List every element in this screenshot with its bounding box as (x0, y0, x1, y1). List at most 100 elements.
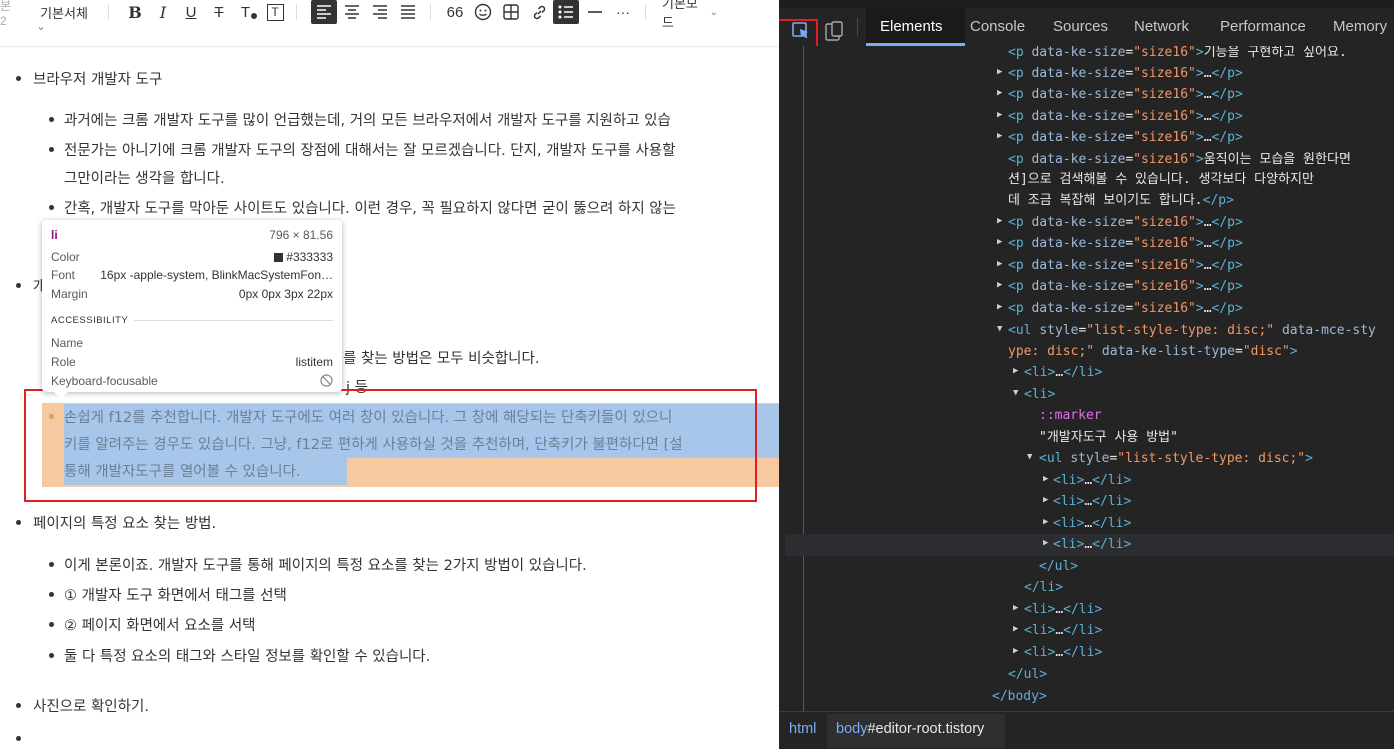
dom-node-p[interactable]: <p data-ke-size="size16">…</p> (1008, 233, 1243, 254)
list-item: 브라우저 개발자 도구 (33, 72, 163, 88)
expand-triangle-icon[interactable]: ▶ (997, 131, 1002, 141)
dom-node-p[interactable]: <p data-ke-size="size16">…</p> (1008, 84, 1243, 105)
italic-button[interactable]: I (152, 0, 174, 24)
expand-triangle-icon[interactable]: ▶ (997, 67, 1002, 77)
dom-node-p[interactable]: <p data-ke-size="size16">…</p> (1008, 106, 1243, 127)
tooltip-font-value: 16px -apple-system, BlinkMacSystemFon… (100, 268, 333, 282)
editor-mode-dropdown[interactable]: 기본모드 ⌄ (662, 0, 718, 30)
expand-triangle-icon[interactable]: ▶ (997, 280, 1002, 290)
emoji-button[interactable] (471, 0, 495, 24)
dom-node-text: 데 조금 복잡해 보이기도 합니다.</p> (1008, 193, 1234, 208)
collapse-triangle-icon[interactable]: ▼ (1027, 452, 1032, 462)
tab-sources[interactable]: Sources (1053, 18, 1108, 35)
dom-node-p[interactable]: <p data-ke-size="size16">…</p> (1008, 63, 1243, 84)
link-button[interactable] (527, 0, 551, 24)
dom-node-li[interactable]: <li>…</li> (1053, 513, 1131, 534)
text-background-button[interactable]: T (264, 0, 286, 24)
text-background-icon: T (266, 3, 284, 21)
align-center-button[interactable] (340, 0, 364, 24)
tab-network[interactable]: Network (1134, 18, 1189, 35)
list-bullet (49, 653, 54, 658)
expand-triangle-icon[interactable]: ▶ (1043, 538, 1048, 548)
dom-node-li[interactable]: <li>…</li> (1024, 620, 1102, 641)
tab-memory[interactable]: Memory (1333, 18, 1387, 35)
expand-triangle-icon[interactable]: ▶ (997, 302, 1002, 312)
align-right-button[interactable] (368, 0, 392, 24)
device-toolbar-button[interactable] (823, 18, 845, 44)
table-button[interactable] (499, 0, 523, 24)
dom-node-p[interactable]: <p data-ke-size="size16">움직이는 모습을 원한다면 (1008, 149, 1351, 170)
dom-node-li[interactable]: <li> (1024, 384, 1055, 405)
tooltip-role-label: Role (51, 355, 76, 369)
align-left-button[interactable] (311, 0, 337, 24)
dom-indent-guide (803, 46, 804, 711)
dom-node-li-hovered[interactable]: <li>…</li> (1053, 534, 1131, 555)
list-bullet (16, 520, 21, 525)
dom-node-p[interactable]: <p data-ke-size="size16">…</p> (1008, 127, 1243, 148)
more-options-button[interactable]: ··· (610, 0, 636, 24)
list-item: 를 찾는 방법은 모두 비슷합니다. (343, 351, 540, 367)
align-justify-button[interactable] (396, 0, 420, 24)
dom-node-p[interactable]: <p data-ke-size="size16">…</p> (1008, 212, 1243, 233)
breadcrumb: html body#editor-root.tistory (779, 711, 1394, 749)
tab-performance[interactable]: Performance (1220, 18, 1306, 35)
horizontal-rule-button[interactable] (584, 0, 606, 24)
dom-node-text[interactable]: "개발자도구 사용 방법" (1039, 427, 1178, 448)
dom-node-marker[interactable]: ::marker (1039, 405, 1102, 426)
collapse-triangle-icon[interactable]: ▼ (1013, 388, 1018, 398)
dom-tree[interactable]: <p data-ke-size="size16">기능을 구현하고 싶어요. ▶… (779, 46, 1394, 711)
list-item: 페이지의 특정 요소 찾는 방법. (33, 516, 217, 532)
tooltip-keyboard-label: Keyboard-focusable (51, 374, 158, 388)
toolbar-divider (430, 4, 431, 20)
dom-node-li[interactable]: <li>…</li> (1024, 362, 1102, 383)
tooltip-arrow (54, 392, 68, 399)
bullet-list-button[interactable] (553, 0, 579, 24)
list-item: 이게 본론이죠. 개발자 도구를 통해 페이지의 특정 요소를 찾는 2가지 방… (64, 558, 587, 574)
dom-node-li[interactable]: <li>…</li> (1024, 642, 1102, 663)
expand-triangle-icon[interactable]: ▶ (1013, 603, 1018, 613)
dom-node-li[interactable]: <li>…</li> (1053, 491, 1131, 512)
dom-node-ul[interactable]: <ul style="list-style-type: disc;" data-… (1008, 320, 1376, 341)
bold-button[interactable]: B (124, 0, 146, 24)
dom-node-li[interactable]: <li>…</li> (1053, 470, 1131, 491)
tooltip-margin-value: 0px 0px 3px 22px (238, 287, 333, 301)
dom-node-p[interactable]: <p data-ke-size="size16">…</p> (1008, 276, 1243, 297)
dom-node-p[interactable]: <p data-ke-size="size16">기능을 구현하고 싶어요. (1008, 46, 1347, 63)
tab-elements[interactable]: Elements (880, 18, 943, 35)
list-bullet (49, 117, 54, 122)
quote-button[interactable]: 66 (443, 0, 467, 24)
expand-triangle-icon[interactable]: ▶ (997, 237, 1002, 247)
editor-pane: 본2 기본서체 ⌄ B I U T T T 66 ··· 기본모드 ⌄ 브라우저… (0, 0, 779, 749)
tab-console[interactable]: Console (970, 18, 1025, 35)
link-icon (533, 5, 545, 19)
editor-mode-label: 기본모드 (662, 0, 698, 30)
expand-triangle-icon[interactable]: ▶ (1043, 474, 1048, 484)
expand-triangle-icon[interactable]: ▶ (997, 110, 1002, 120)
tooltip-color-value: #333333 (286, 250, 333, 264)
dom-node-p[interactable]: <p data-ke-size="size16">…</p> (1008, 298, 1243, 319)
devtools-tab-bar: Elements Console Sources Network Perform… (779, 8, 1394, 59)
list-bullet (49, 592, 54, 597)
expand-triangle-icon[interactable]: ▶ (1013, 366, 1018, 376)
expand-triangle-icon[interactable]: ▶ (1043, 517, 1048, 527)
collapse-triangle-icon[interactable]: ▼ (997, 324, 1002, 334)
tooltip-divider (134, 320, 333, 321)
dom-node-li[interactable]: <li>…</li> (1024, 599, 1102, 620)
dom-node-p[interactable]: <p data-ke-size="size16">…</p> (1008, 255, 1243, 276)
strikethrough-button[interactable]: T (208, 0, 230, 24)
expand-triangle-icon[interactable]: ▶ (1013, 624, 1018, 634)
tooltip-role-value: listitem (295, 355, 333, 369)
align-justify-icon (401, 5, 415, 19)
underline-button[interactable]: U (180, 0, 202, 24)
chevron-down-icon: ⌄ (709, 6, 718, 18)
expand-triangle-icon[interactable]: ▶ (1043, 495, 1048, 505)
dom-node-ul[interactable]: <ul style="list-style-type: disc;"> (1039, 448, 1313, 469)
expand-triangle-icon[interactable]: ▶ (997, 259, 1002, 269)
breadcrumb-body[interactable]: body#editor-root.tistory (836, 721, 984, 737)
breadcrumb-html[interactable]: html (789, 721, 816, 737)
list-item: ① 개발자 도구 화면에서 태그를 선택 (64, 588, 287, 604)
text-color-button[interactable]: T (236, 0, 262, 24)
expand-triangle-icon[interactable]: ▶ (997, 88, 1002, 98)
expand-triangle-icon[interactable]: ▶ (1013, 646, 1018, 656)
expand-triangle-icon[interactable]: ▶ (997, 216, 1002, 226)
